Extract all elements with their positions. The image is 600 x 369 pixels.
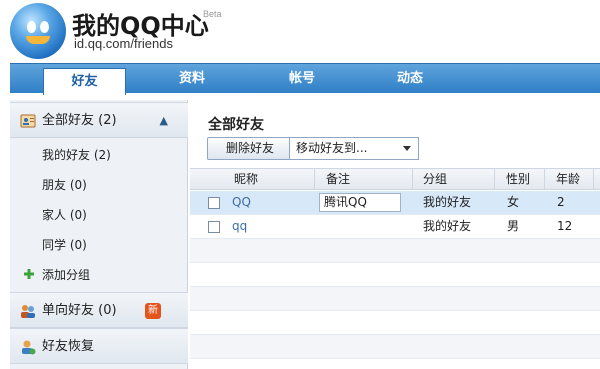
add-group-link[interactable]: 添加分组 [42,260,90,290]
page-title: 全部好友 [208,117,264,133]
sidebar-group-friends[interactable]: 朋友 (0) [42,170,87,200]
sidebar-recovery-label: 好友恢复 [42,339,95,354]
tab-friends[interactable]: 好友 [43,68,126,95]
table-header: 昵称 备注 分组 性别 年龄 [190,168,600,190]
table-row[interactable]: qq 我的好友 男 12 [190,215,600,239]
col-header-nick[interactable]: 昵称 [234,169,258,190]
sidebar-one-way-friends[interactable]: 单向好友 (0) 新 [10,292,188,328]
sidebar-friend-recovery[interactable]: 好友恢复 [10,328,188,364]
cell-age: 2 [557,195,565,209]
cell-nick[interactable]: QQ [232,191,251,214]
cell-group: 我的好友 [423,195,472,209]
site-url: id.qq.com/friends [74,36,173,51]
cell-age: 12 [557,219,573,233]
col-header-gender[interactable]: 性别 [506,169,530,190]
col-header-age[interactable]: 年龄 [556,169,580,190]
chevron-up-icon[interactable]: ▲ [160,103,168,139]
table-row-empty [190,311,600,335]
sidebar-all-friends-label: 全部好友 (2) [42,113,117,128]
sidebar: 全部好友 (2) ▲ 我的好友 (2) 朋友 (0) 家人 (0) 同学 (0)… [10,100,188,369]
table-row-empty [190,287,600,311]
new-badge: 新 [145,303,161,319]
cell-nick[interactable]: qq [232,215,247,238]
sidebar-one-way-label: 单向好友 (0) [42,303,117,318]
users-icon [21,305,35,318]
move-friend-select-value: 移动好友到... [296,141,368,155]
move-friend-select[interactable]: 移动好友到... [289,137,419,160]
beta-label: Beta [203,9,222,19]
row-checkbox[interactable] [208,221,220,233]
table-row-empty [190,239,600,263]
cell-group: 我的好友 [423,219,472,233]
delete-friend-button[interactable]: 删除好友 [207,137,293,160]
page-header: 我的QQ中心 Beta id.qq.com/friends [0,0,600,62]
contact-card-icon [20,114,36,128]
tab-activity[interactable]: 动态 [380,64,440,94]
tab-account[interactable]: 帐号 [272,64,332,94]
sidebar-all-friends[interactable]: 全部好友 (2) ▲ [10,102,188,138]
cell-gender: 男 [507,219,520,233]
plus-icon [24,269,34,279]
cell-gender: 女 [507,195,520,209]
user-restore-icon [22,340,36,355]
table-row-empty [190,263,600,287]
main-content: 全部好友 删除好友 移动好友到... 昵称 备注 分组 性别 年龄 QQ 腾讯Q… [190,100,600,369]
tab-profile[interactable]: 资料 [162,64,222,94]
sidebar-group-my-friends[interactable]: 我的好友 (2) [42,140,111,170]
col-header-remark[interactable]: 备注 [326,169,350,190]
col-header-group[interactable]: 分组 [423,169,447,190]
table-row-empty [190,335,600,359]
sidebar-group-family[interactable]: 家人 (0) [42,200,87,230]
sidebar-group-classmates[interactable]: 同学 (0) [42,230,87,260]
qq-logo-icon [10,3,66,59]
chevron-down-icon [403,146,411,151]
remark-input[interactable]: 腾讯QQ [319,193,401,212]
main-nav: 好友 资料 帐号 动态 [10,63,600,95]
row-checkbox[interactable] [208,197,220,209]
table-row[interactable]: QQ 腾讯QQ 我的好友 女 2 [190,191,600,215]
